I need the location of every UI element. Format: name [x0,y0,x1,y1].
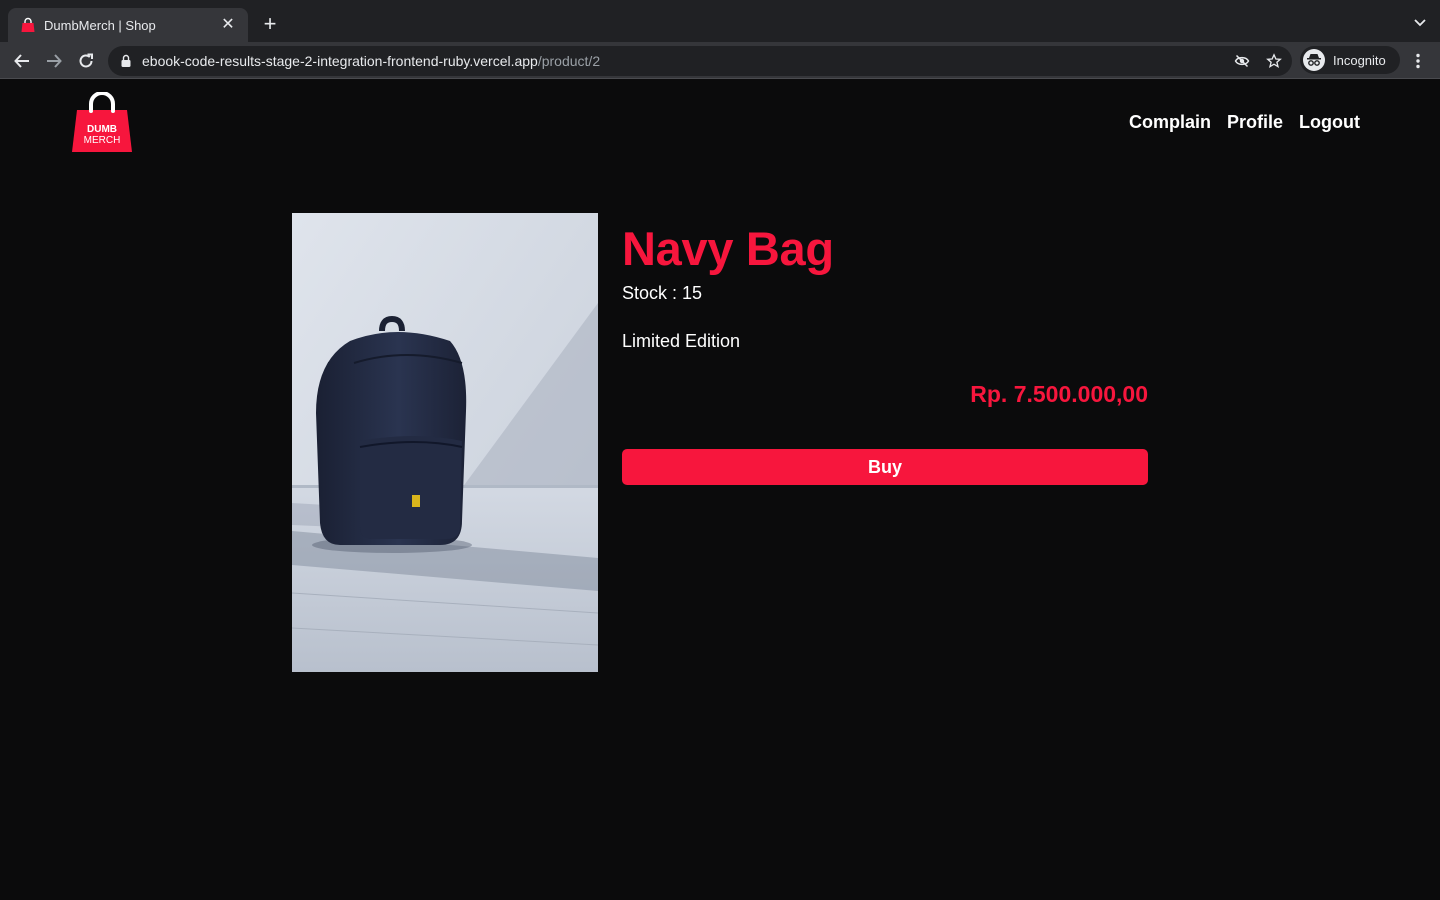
browser-toolbar: ebook-code-results-stage-2-integration-f… [0,42,1440,79]
top-nav: Complain Profile Logout [1129,112,1360,133]
forward-button[interactable] [41,48,67,74]
chevron-down-icon[interactable] [1412,14,1428,30]
reload-button[interactable] [73,48,99,74]
url-path: /product/2 [537,53,601,69]
eye-off-icon[interactable] [1234,53,1250,69]
product-details: Navy Bag Stock : 15 Limited Edition Rp. … [622,213,1148,485]
kebab-menu-icon [1416,53,1420,69]
logo-text-dumb: DUMB [87,124,117,135]
buy-button[interactable]: Buy [622,449,1148,485]
incognito-icon [1303,49,1325,71]
product-page: DUMB MERCH Complain Profile Logout Navy … [0,79,1440,900]
tab-title: DumbMerch | Shop [44,17,156,33]
logo-text-merch: MERCH [84,135,121,146]
favicon-bag-icon [21,17,35,32]
product-price: Rp. 7.500.000,00 [970,381,1148,407]
back-button[interactable] [9,48,35,74]
arrow-left-icon [14,54,29,68]
product-description: Limited Edition [622,331,741,351]
dumbmerch-logo[interactable]: DUMB MERCH [71,91,133,152]
address-bar[interactable]: ebook-code-results-stage-2-integration-f… [108,46,1292,76]
stock-value: 15 [682,283,703,303]
new-tab-icon[interactable]: + [258,12,282,36]
lock-icon [121,54,131,67]
tab-close-icon[interactable]: ✕ [218,15,238,35]
browser-tab[interactable]: DumbMerch | Shop ✕ [8,8,248,42]
incognito-label: Incognito [1333,52,1386,68]
stock-info: Stock : 15 [622,283,1148,304]
browser-menu-button[interactable] [1408,50,1428,72]
browser-tab-strip: DumbMerch | Shop ✕ + [0,0,1440,42]
nav-profile-link[interactable]: Profile [1227,112,1283,133]
nav-complain-link[interactable]: Complain [1129,112,1211,133]
url-host: ebook-code-results-stage-2-integration-f… [142,53,538,69]
stock-label: Stock : [622,283,678,303]
product-image [292,213,598,672]
nav-logout-link[interactable]: Logout [1299,112,1360,133]
incognito-profile-chip[interactable]: Incognito [1300,46,1400,74]
reload-icon [79,53,93,68]
product-name: Navy Bag [622,222,834,275]
arrow-right-icon [47,54,62,68]
star-icon[interactable] [1266,53,1282,69]
